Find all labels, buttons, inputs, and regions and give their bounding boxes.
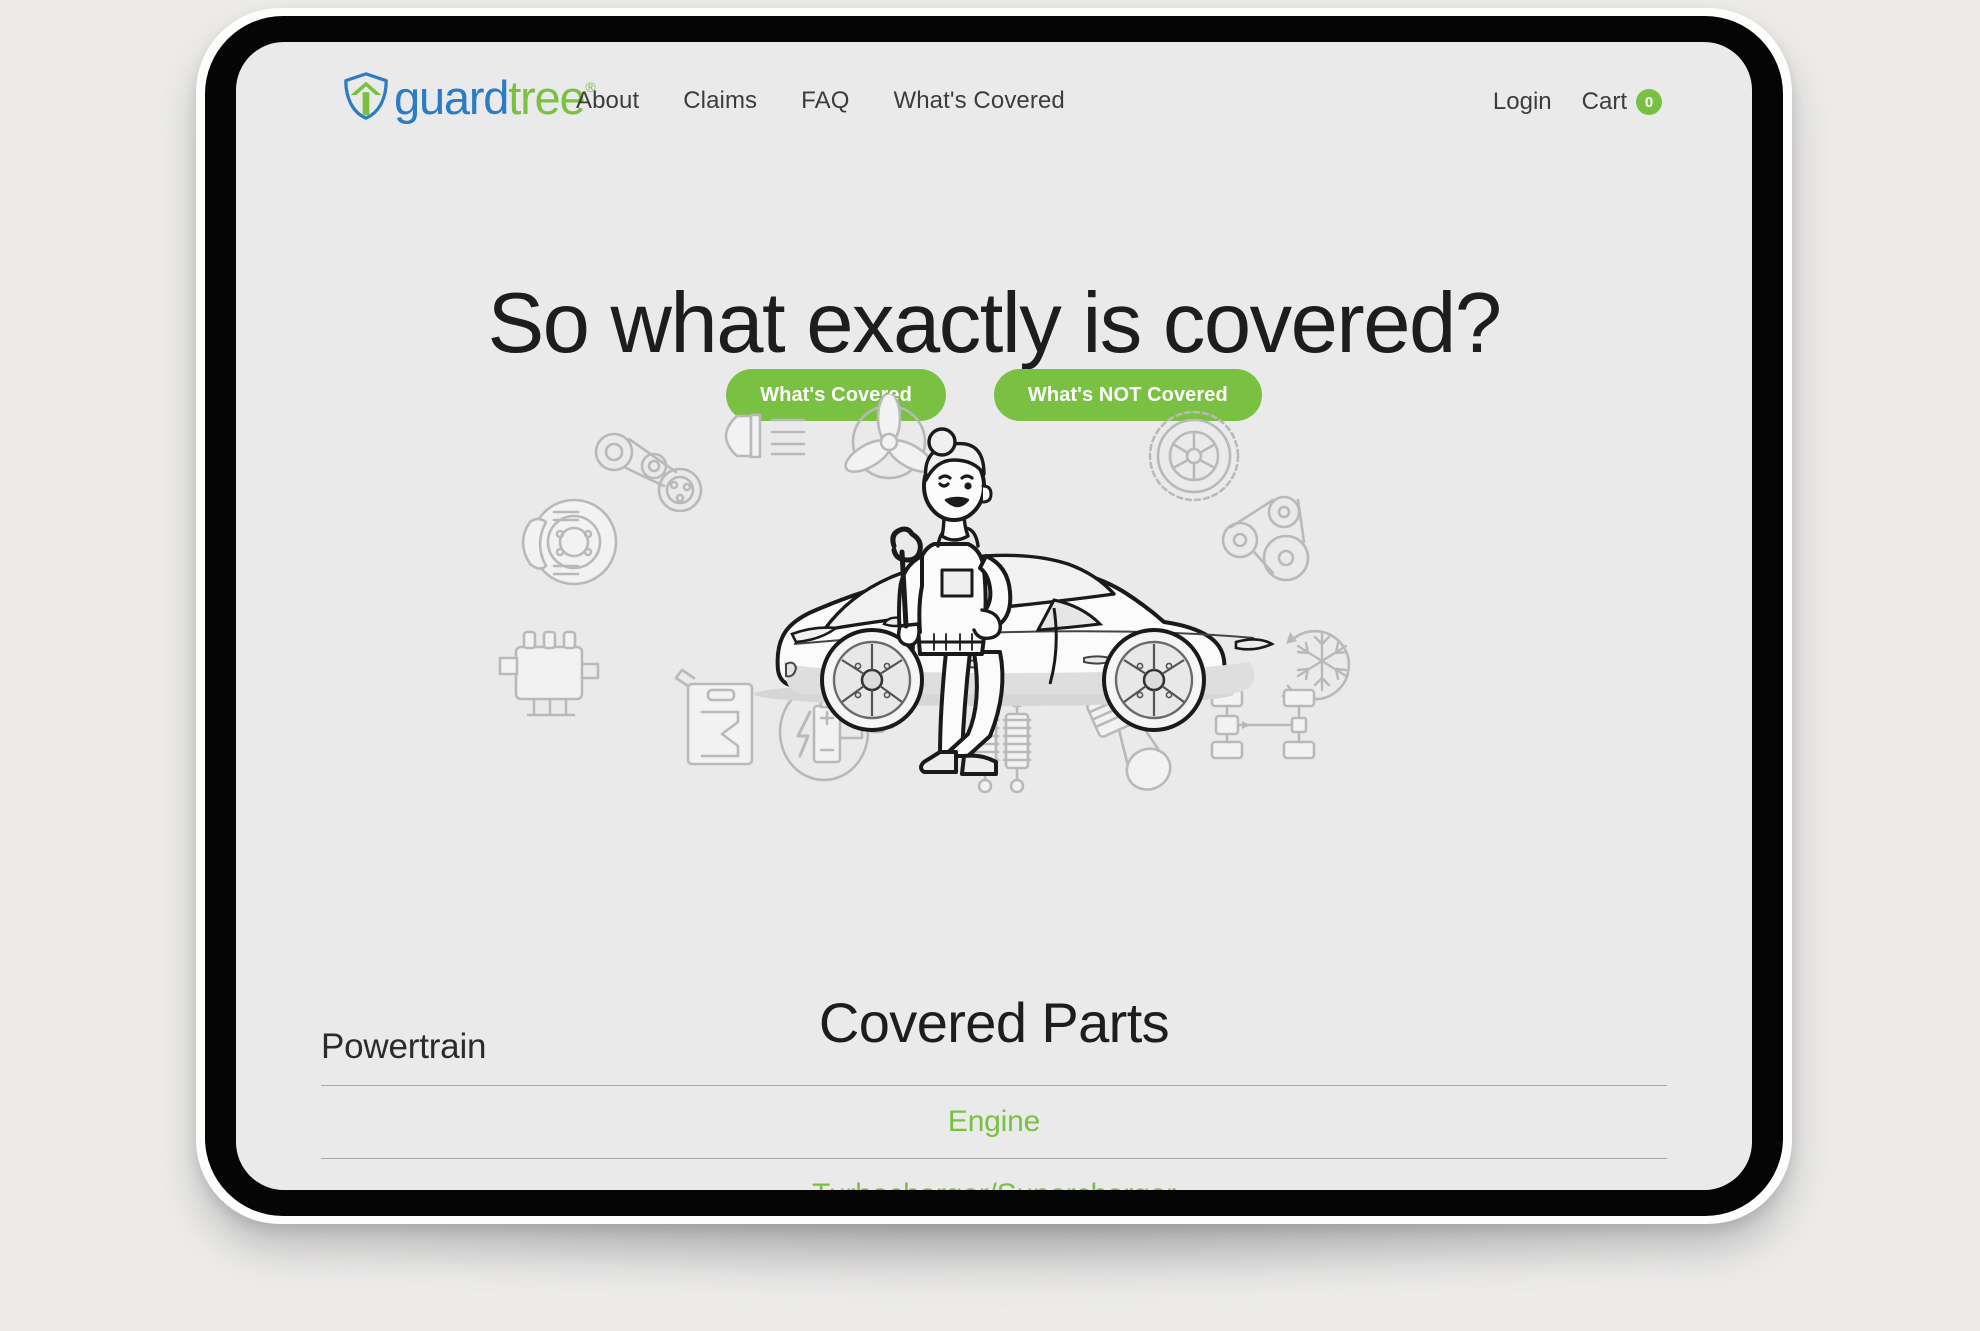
brand-logo-text: guardtree® (394, 70, 596, 124)
brand-name-secondary: tree (508, 70, 585, 124)
brand-logo[interactable]: guardtree® (342, 68, 596, 124)
part-item-engine[interactable]: Engine (321, 1086, 1667, 1158)
cart-label: Cart (1581, 88, 1627, 115)
brand-name-primary: guard (394, 70, 509, 124)
cart-link[interactable]: Cart 0 (1582, 88, 1662, 116)
shield-arrow-logo-icon (344, 72, 388, 120)
mechanic-character (890, 427, 1013, 776)
fuel-can-icon (674, 668, 754, 766)
engine-block-icon (498, 630, 600, 717)
car-rear-wheel (1102, 628, 1206, 732)
header-actions: Login Cart 0 (1493, 88, 1662, 116)
headlight-icon (724, 413, 806, 459)
site-header: guardtree® About Claims FAQ What's Cover… (236, 42, 1752, 150)
brake-disc-icon (521, 498, 618, 586)
timing-belt-icon (594, 432, 703, 513)
cart-count-badge: 0 (1636, 89, 1662, 115)
covered-parts-list: Powertrain Engine Turbocharger/Superchar… (321, 1027, 1667, 1190)
tire-icon (1148, 410, 1240, 502)
illustration-svg (498, 394, 1351, 794)
tablet-screen: guardtree® About Claims FAQ What's Cover… (236, 42, 1752, 1190)
nav-item-claims[interactable]: Claims (683, 87, 757, 115)
cooling-fan-icon (844, 394, 934, 480)
drivetrain-axle-icon (1210, 688, 1316, 760)
main-navigation: About Claims FAQ What's Covered (576, 87, 1065, 115)
part-item-turbocharger[interactable]: Turbocharger/Supercharger (321, 1159, 1667, 1190)
nav-item-whats-covered[interactable]: What's Covered (893, 87, 1064, 115)
serpentine-belt-icon (1221, 495, 1310, 582)
parts-category-powertrain: Powertrain (321, 1027, 487, 1066)
nav-item-faq[interactable]: FAQ (801, 87, 849, 115)
page-title: So what exactly is covered? (487, 275, 1502, 371)
login-link[interactable]: Login (1493, 88, 1552, 116)
tablet-scene: guardtree® About Claims FAQ What's Cover… (0, 0, 1980, 1331)
nav-item-about[interactable]: About (576, 87, 639, 115)
car-parts-illustration (494, 394, 1494, 794)
